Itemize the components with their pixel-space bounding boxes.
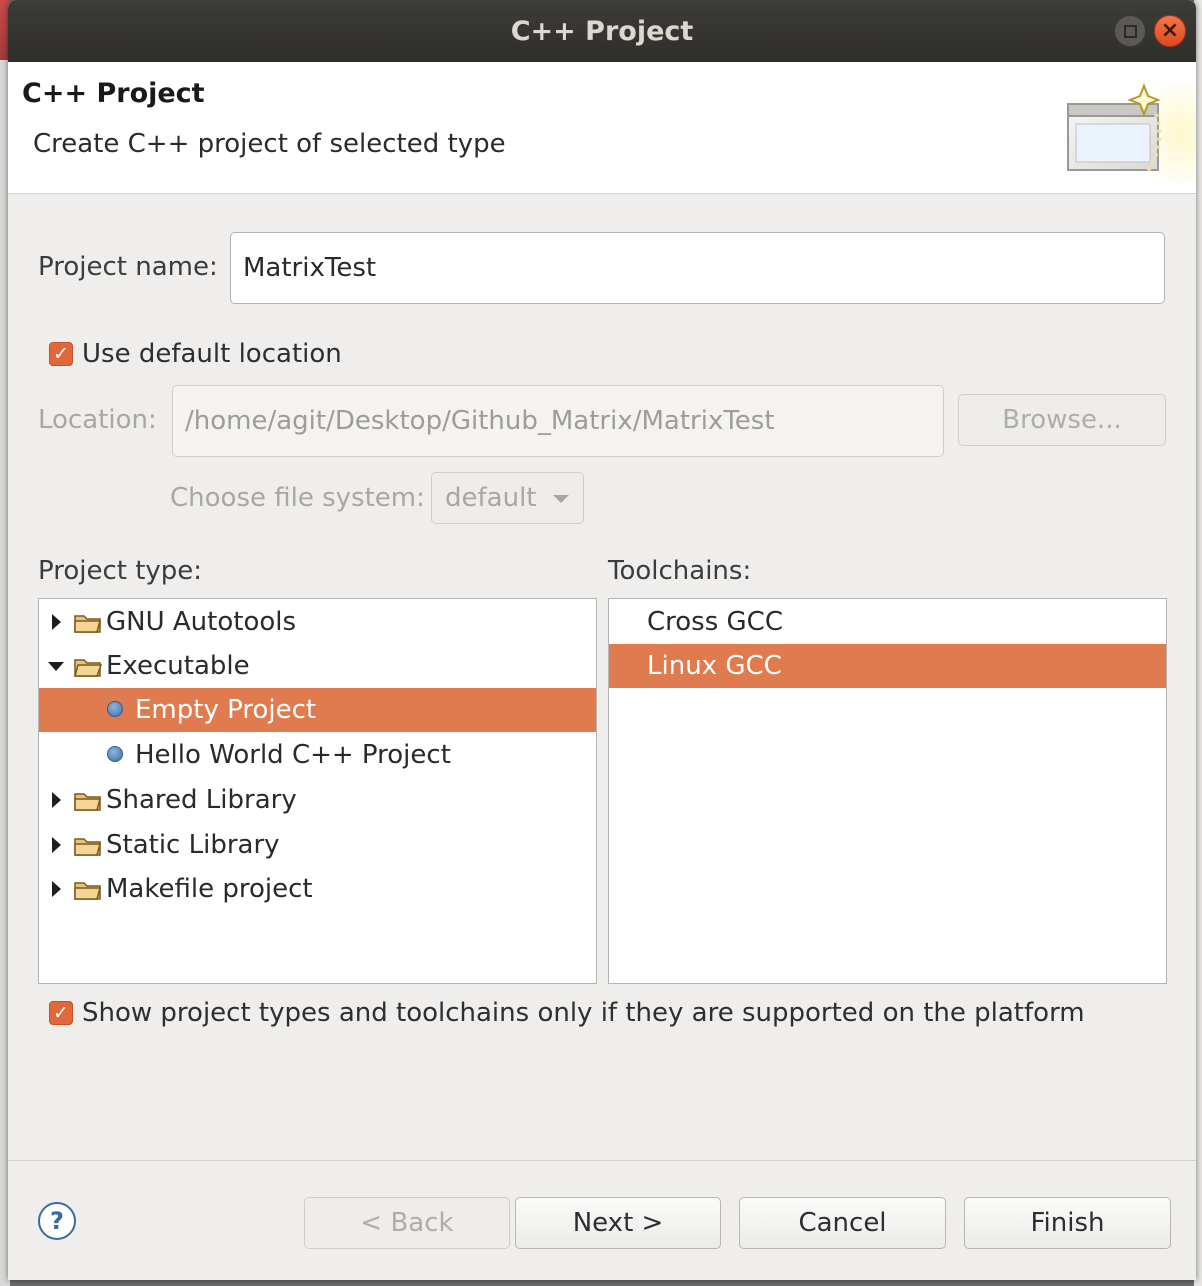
toolchains-list[interactable]: Cross GCC Linux GCC <box>608 598 1167 984</box>
browse-button[interactable]: Browse... <box>958 394 1166 446</box>
cpp-project-dialog: C++ Project × C++ Project Create C++ pro… <box>8 0 1196 1280</box>
tree-item-shared-library[interactable]: Shared Library <box>39 778 596 822</box>
close-button[interactable]: × <box>1154 15 1186 47</box>
tree-item-empty-project[interactable]: Empty Project <box>39 688 596 732</box>
file-system-label: Choose file system: <box>170 483 425 513</box>
folder-icon <box>74 793 101 811</box>
location-input[interactable]: /home/agit/Desktop/Github_Matrix/MatrixT… <box>172 385 944 457</box>
use-default-location-checkbox[interactable]: ✓ <box>49 342 73 366</box>
tree-item-gnu-autotools[interactable]: GNU Autotools <box>39 600 596 644</box>
tree-item-hello-world[interactable]: Hello World C++ Project <box>39 733 596 777</box>
folder-icon <box>74 615 101 633</box>
tree-item-executable[interactable]: Executable <box>39 644 596 688</box>
tree-item-static-library[interactable]: Static Library <box>39 823 596 867</box>
expand-arrow-icon[interactable] <box>52 837 61 853</box>
expand-arrow-icon[interactable] <box>52 881 61 897</box>
tree-item-label: Empty Project <box>135 695 317 725</box>
collapse-arrow-icon[interactable] <box>48 662 64 671</box>
toolchain-item-label: Linux GCC <box>647 651 782 681</box>
next-button[interactable]: Next > <box>515 1197 721 1249</box>
project-type-tree[interactable]: GNU Autotools Executable Empty Project H… <box>38 598 597 984</box>
project-name-label: Project name: <box>38 252 218 282</box>
file-system-select[interactable]: default <box>431 472 584 524</box>
banner-title: C++ Project <box>22 78 205 109</box>
banner-description: Create C++ project of selected type <box>33 129 506 159</box>
show-supported-checkbox[interactable]: ✓ <box>49 1001 73 1025</box>
tree-item-label: GNU Autotools <box>106 607 297 637</box>
toolchain-item-cross-gcc[interactable]: Cross GCC <box>609 600 1166 644</box>
checkmark-icon: ✓ <box>53 1001 69 1024</box>
screen: C++ Project × C++ Project Create C++ pro… <box>0 0 1202 1286</box>
tree-item-label: Static Library <box>106 830 280 860</box>
back-button[interactable]: < Back <box>304 1197 510 1249</box>
toolchains-label: Toolchains: <box>608 556 752 586</box>
cancel-button[interactable]: Cancel <box>739 1197 946 1249</box>
project-name-input[interactable]: MatrixTest <box>230 232 1165 304</box>
toolchain-item-linux-gcc[interactable]: Linux GCC <box>609 644 1166 688</box>
maximize-icon <box>1123 24 1137 38</box>
use-default-location-label[interactable]: Use default location <box>82 339 342 369</box>
tree-item-label: Hello World C++ Project <box>135 740 451 770</box>
project-type-label: Project type: <box>38 556 203 586</box>
show-supported-label[interactable]: Show project types and toolchains only i… <box>82 998 1085 1028</box>
title-bar[interactable]: C++ Project × <box>8 0 1196 62</box>
expand-arrow-icon[interactable] <box>52 614 61 630</box>
checkmark-icon: ✓ <box>53 342 69 365</box>
folder-icon <box>74 882 101 900</box>
tree-item-label: Makefile project <box>106 874 313 904</box>
template-icon <box>107 746 123 762</box>
folder-open-icon <box>74 659 102 677</box>
finish-button[interactable]: Finish <box>964 1197 1171 1249</box>
tree-item-label: Executable <box>106 651 250 681</box>
help-icon[interactable]: ? <box>38 1202 76 1240</box>
toolchain-item-label: Cross GCC <box>647 607 783 637</box>
file-system-value: default <box>445 483 537 513</box>
maximize-button[interactable] <box>1114 15 1146 47</box>
chevron-down-icon <box>553 495 569 503</box>
footer-separator <box>8 1160 1196 1161</box>
folder-icon <box>74 838 101 856</box>
tree-item-makefile-project[interactable]: Makefile project <box>39 867 596 911</box>
close-icon: × <box>1160 18 1180 43</box>
tree-item-label: Shared Library <box>106 785 297 815</box>
expand-arrow-icon[interactable] <box>52 792 61 808</box>
location-label: Location: <box>38 405 157 435</box>
wizard-banner: C++ Project Create C++ project of select… <box>8 62 1196 194</box>
template-icon <box>107 701 123 717</box>
window-title: C++ Project <box>510 15 694 47</box>
new-project-wizard-icon <box>1067 83 1196 184</box>
